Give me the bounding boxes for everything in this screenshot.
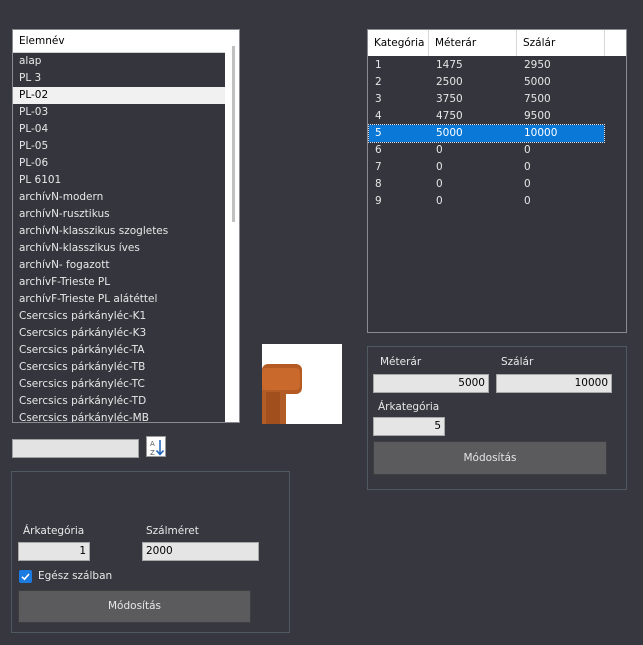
list-item[interactable]: PL 3 — [13, 70, 225, 87]
price-grid[interactable]: Kategória Méterár Szálár 1 1475 2950 2 2500 5… — [367, 29, 627, 333]
table-row[interactable]: 4 4750 9500 — [368, 108, 626, 125]
table-cell: 2500 — [436, 76, 463, 88]
table-cell: 2 — [375, 76, 382, 88]
table-cell: 9 — [375, 195, 382, 207]
list-item[interactable]: PL-05 — [13, 138, 225, 155]
list-item[interactable]: PL 6101 — [13, 172, 225, 189]
list-item[interactable]: archívF-Trieste PL alátéttel — [13, 291, 225, 308]
list-item[interactable]: Csercsics párkányléc-TA — [13, 342, 225, 359]
list-item[interactable]: Csercsics párkányléc-TB — [13, 359, 225, 376]
table-cell: 0 — [524, 161, 531, 173]
table-row[interactable]: 6 0 0 — [368, 142, 626, 159]
table-row[interactable]: 7 0 0 — [368, 159, 626, 176]
list-item[interactable]: PL-02 — [13, 87, 225, 104]
table-cell: 0 — [436, 161, 443, 173]
whole-length-checkbox[interactable] — [19, 570, 32, 583]
list-item[interactable]: archívF-Trieste PL — [13, 274, 225, 291]
table-cell: 4 — [375, 110, 382, 122]
table-cell: 4750 — [436, 110, 463, 122]
meterar-label: Méterár — [380, 356, 422, 368]
table-cell: 10000 — [524, 127, 558, 139]
table-cell: 5000 — [524, 76, 551, 88]
table-row[interactable]: 2 2500 5000 — [368, 74, 626, 91]
list-item[interactable]: archívN-modern — [13, 189, 225, 206]
sort-button[interactable]: A Z — [146, 436, 166, 457]
sort-az-icon: A Z — [150, 440, 165, 457]
list-item[interactable]: archívN- fogazott — [13, 257, 225, 274]
table-cell: 0 — [524, 178, 531, 190]
table-cell: 0 — [524, 195, 531, 207]
table-cell: 3 — [375, 93, 382, 105]
table-cell: 5 — [375, 127, 382, 139]
right-arkategoria-field[interactable]: 5 — [373, 417, 445, 436]
scrollbar-thumb[interactable] — [232, 46, 235, 222]
right-arkategoria-label: Árkategória — [378, 401, 440, 413]
table-row[interactable]: 5 5000 10000 — [368, 124, 605, 143]
szalmeret-label: Szálméret — [146, 525, 199, 537]
column-header-szalar[interactable]: Szálár — [517, 30, 605, 56]
table-cell: 7 — [375, 161, 382, 173]
list-item[interactable]: archívN-klasszikus íves — [13, 240, 225, 257]
table-cell: 0 — [436, 144, 443, 156]
table-row[interactable]: 9 0 0 — [368, 193, 626, 210]
arkategoria-field[interactable]: 1 — [18, 542, 90, 561]
szalar-label: Szálár — [501, 356, 534, 368]
table-cell: 5000 — [436, 127, 463, 139]
list-item[interactable]: alap — [13, 53, 225, 70]
table-cell: 9500 — [524, 110, 551, 122]
list-item[interactable]: Csercsics párkányléc-TC — [13, 376, 225, 393]
table-row[interactable]: 3 3750 7500 — [368, 91, 626, 108]
column-header-meterar[interactable]: Méterár — [429, 30, 517, 56]
table-cell: 1 — [375, 59, 382, 71]
szalmeret-field[interactable]: 2000 — [142, 542, 259, 561]
list-item[interactable]: Csercsics párkányléc-K1 — [13, 308, 225, 325]
table-cell: 0 — [436, 195, 443, 207]
arkategoria-label: Árkategória — [23, 525, 85, 537]
meterar-field[interactable]: 5000 — [373, 374, 489, 393]
list-item[interactable]: archívN-rusztikus — [13, 206, 225, 223]
element-list-scrollbar[interactable] — [225, 30, 239, 422]
table-cell: 1475 — [436, 59, 463, 71]
svg-text:A: A — [150, 440, 155, 448]
szalar-field[interactable]: 10000 — [496, 374, 612, 393]
table-cell: 3750 — [436, 93, 463, 105]
list-item[interactable]: archívN-klasszikus szogletes — [13, 223, 225, 240]
list-item[interactable]: Csercsics párkányléc-K3 — [13, 325, 225, 342]
table-row[interactable]: 8 0 0 — [368, 176, 626, 193]
right-modify-button[interactable]: Módosítás — [373, 441, 607, 475]
table-cell: 8 — [375, 178, 382, 190]
price-grid-header: Kategória Méterár Szálár — [368, 30, 626, 56]
wood-profile-icon — [262, 364, 302, 424]
list-item[interactable]: PL-03 — [13, 104, 225, 121]
element-list-header[interactable]: Elemnév — [13, 30, 239, 53]
element-list[interactable]: Elemnév alap PL 3 PL-02 PL-03 PL-04 PL-05 PL-0… — [12, 29, 240, 423]
left-modify-button[interactable]: Módosítás — [18, 590, 251, 623]
column-header-kategoria[interactable]: Kategória — [368, 30, 429, 56]
table-cell: 2950 — [524, 59, 551, 71]
search-input[interactable] — [12, 439, 139, 458]
table-cell: 0 — [524, 144, 531, 156]
profile-preview-image — [262, 344, 342, 424]
table-cell: 7500 — [524, 93, 551, 105]
list-item[interactable]: PL-04 — [13, 121, 225, 138]
list-item[interactable]: Csercsics párkányléc-TD — [13, 393, 225, 410]
table-cell: 0 — [436, 178, 443, 190]
list-item[interactable]: Csercsics párkányléc-MB — [13, 410, 225, 422]
checkmark-icon — [21, 573, 30, 581]
svg-text:Z: Z — [150, 449, 155, 457]
list-item[interactable]: PL-06 — [13, 155, 225, 172]
table-cell: 6 — [375, 144, 382, 156]
table-row[interactable]: 1 1475 2950 — [368, 57, 626, 74]
whole-length-label[interactable]: Egész szálban — [38, 570, 112, 582]
element-list-rows: alap PL 3 PL-02 PL-03 PL-04 PL-05 PL-06 PL 6101… — [13, 53, 225, 422]
